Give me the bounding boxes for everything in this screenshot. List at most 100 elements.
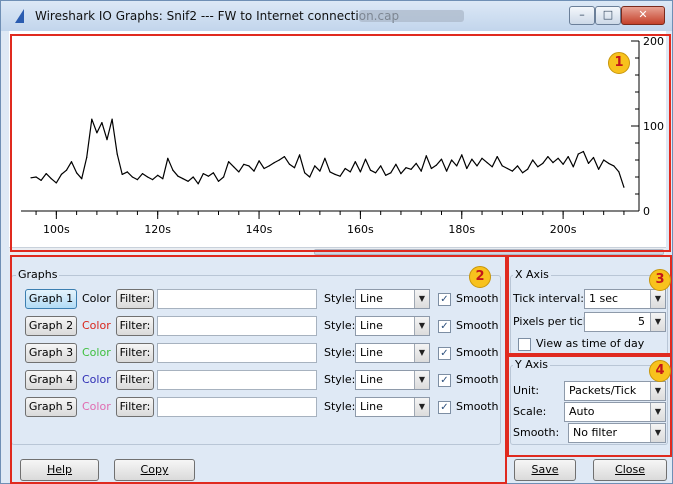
graph-4-style-value: Line <box>360 373 383 386</box>
data-point <box>202 173 204 175</box>
unit-select[interactable]: Packets/Tick ▼ <box>564 381 666 401</box>
chevron-down-icon[interactable]: ▼ <box>414 398 429 416</box>
graph-3-color-label[interactable]: Color <box>82 343 111 363</box>
maximize-button[interactable]: □ <box>595 6 621 25</box>
data-point <box>446 170 448 172</box>
graph-3-style-select[interactable]: Line ▼ <box>355 343 430 363</box>
x-tick-label: 180s <box>448 223 475 236</box>
chevron-down-icon[interactable]: ▼ <box>650 382 665 400</box>
y-smooth-label: Smooth: <box>513 426 560 439</box>
data-point <box>369 169 372 171</box>
data-point <box>430 167 432 170</box>
data-point <box>278 159 280 161</box>
scrollbar-thumb[interactable] <box>314 249 664 255</box>
tick-interval-label: Tick interval: <box>513 292 584 305</box>
graph-3-filter-input[interactable] <box>157 343 317 363</box>
graph-1-filter-input[interactable] <box>157 289 317 309</box>
graph-4-style-select[interactable]: Line ▼ <box>355 370 430 390</box>
graph-1-filter-button[interactable]: Filter: <box>116 289 154 309</box>
graph-2-style-select[interactable]: Line ▼ <box>355 316 430 336</box>
scale-select[interactable]: Auto ▼ <box>564 402 666 422</box>
graph-4-smooth-label: Smooth <box>456 373 499 386</box>
graph-1-toggle-button[interactable]: Graph 1 <box>25 289 77 309</box>
data-point <box>410 168 412 170</box>
data-point <box>375 172 377 174</box>
chevron-down-icon[interactable]: ▼ <box>414 344 429 362</box>
chevron-down-icon[interactable]: ▼ <box>414 290 429 308</box>
chevron-down-icon[interactable]: ▼ <box>414 317 429 335</box>
graph-2-style-label: Style: <box>324 319 356 332</box>
graph-3-smooth-checkbox[interactable]: ✓ <box>438 347 451 360</box>
data-point <box>126 171 128 173</box>
graph-2-toggle-button[interactable]: Graph 2 <box>25 316 77 336</box>
io-graphs-window: Wireshark IO Graphs: Snif2 --- FW to Int… <box>0 0 673 484</box>
chevron-down-icon[interactable]: ▼ <box>650 424 665 442</box>
graph-5-color-label[interactable]: Color <box>82 397 111 417</box>
graph-5-filter-input[interactable] <box>157 397 317 417</box>
graph-1-style-select[interactable]: Line ▼ <box>355 289 430 309</box>
close-button[interactable]: Close <box>593 459 667 481</box>
data-point <box>476 165 478 167</box>
data-point <box>192 176 194 178</box>
data-point <box>425 155 427 157</box>
graph-1-smooth-checkbox[interactable]: ✓ <box>438 293 451 306</box>
window-title: Wireshark IO Graphs: Snif2 --- FW to Int… <box>35 9 400 23</box>
copy-button[interactable]: Copy <box>114 459 195 481</box>
graph-4-smooth-checkbox[interactable]: ✓ <box>438 374 451 387</box>
data-point <box>461 154 463 156</box>
chevron-down-icon[interactable]: ▼ <box>650 290 665 308</box>
data-point <box>496 156 498 158</box>
data-point <box>567 156 569 158</box>
data-point <box>35 176 37 178</box>
graph-4-filter-button[interactable]: Filter: <box>116 370 154 390</box>
unit-value: Packets/Tick <box>569 384 637 397</box>
graph-3-filter-button[interactable]: Filter: <box>116 343 154 363</box>
chevron-down-icon[interactable]: ▼ <box>650 403 665 421</box>
y-tick-label: 100 <box>643 120 664 133</box>
x-tick-label: 120s <box>144 223 171 236</box>
data-point <box>217 180 220 182</box>
data-point <box>598 168 600 170</box>
data-point <box>268 165 270 167</box>
data-point <box>86 156 88 159</box>
y-smooth-value: No filter <box>573 426 618 439</box>
graph-5-smooth-checkbox[interactable]: ✓ <box>438 401 451 414</box>
save-button[interactable]: Save <box>514 459 576 481</box>
data-point <box>212 172 214 174</box>
data-point <box>547 156 549 158</box>
graph-4-filter-input[interactable] <box>157 370 317 390</box>
help-button[interactable]: Help <box>20 459 99 481</box>
data-point <box>55 182 57 184</box>
graph-3-toggle-button[interactable]: Graph 3 <box>25 343 77 363</box>
chevron-down-icon[interactable]: ▼ <box>414 371 429 389</box>
y-smooth-select[interactable]: No filter ▼ <box>568 423 666 443</box>
graph-horizontal-scrollbar[interactable] <box>9 247 666 256</box>
graph-5-toggle-button[interactable]: Graph 5 <box>25 397 77 417</box>
graph-5-filter-button[interactable]: Filter: <box>116 397 154 417</box>
data-point <box>197 183 199 185</box>
graph-2-smooth-checkbox[interactable]: ✓ <box>438 320 451 333</box>
view-as-time-of-day-checkbox[interactable] <box>518 338 531 351</box>
io-graph-plot[interactable]: 100s 120s 140s 160s 180s 200s 200 100 0 <box>9 31 666 247</box>
graph-2-filter-button[interactable]: Filter: <box>116 316 154 336</box>
y-tick-label: 0 <box>643 205 650 218</box>
data-point <box>258 160 260 162</box>
graph-4-color-label[interactable]: Color <box>82 370 111 390</box>
pixels-per-tick-select[interactable]: 5 ▼ <box>584 312 666 332</box>
data-point <box>81 178 83 180</box>
data-point <box>40 179 42 181</box>
graph-1-color-label[interactable]: Color <box>82 289 111 309</box>
tick-interval-select[interactable]: 1 sec ▼ <box>584 289 666 309</box>
x-tick-label: 100s <box>43 223 70 236</box>
data-point <box>582 150 585 153</box>
chevron-down-icon[interactable]: ▼ <box>650 313 665 331</box>
graph-2-color-label[interactable]: Color <box>82 316 111 336</box>
graph-5-style-select[interactable]: Line ▼ <box>355 397 430 417</box>
graph-2-filter-input[interactable] <box>157 316 317 336</box>
data-point <box>562 163 564 165</box>
close-window-button[interactable]: ✕ <box>621 6 665 25</box>
data-point <box>167 157 169 159</box>
minimize-button[interactable]: – <box>569 6 595 25</box>
data-point <box>385 174 387 176</box>
graph-4-toggle-button[interactable]: Graph 4 <box>25 370 77 390</box>
